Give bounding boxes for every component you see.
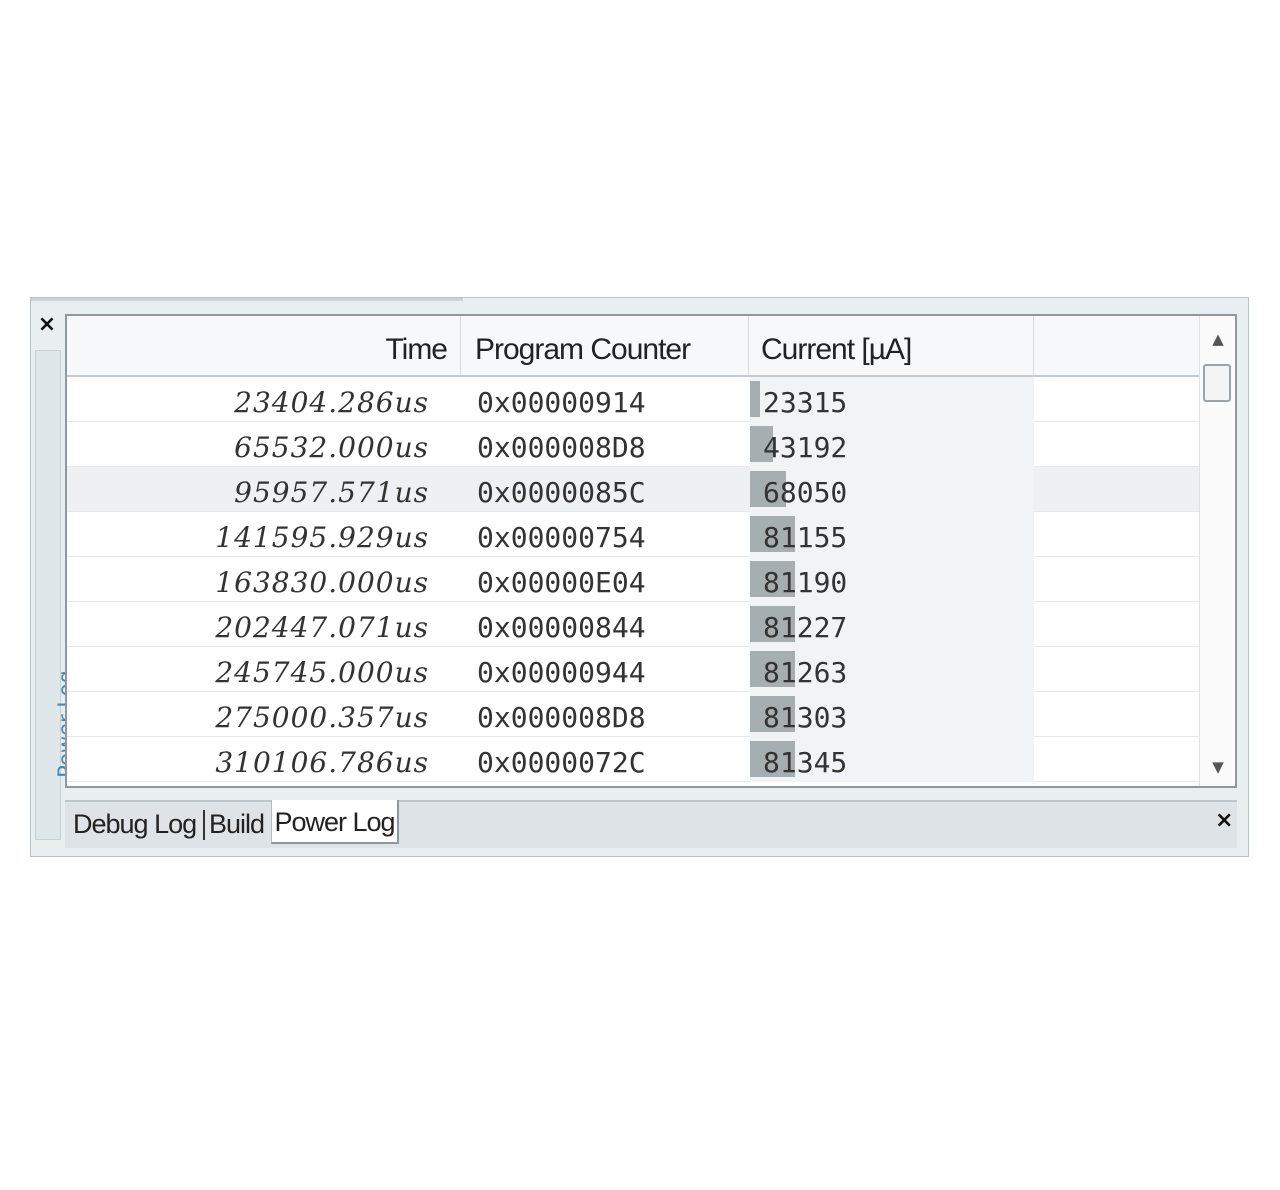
grid-header: Time Program Counter Current [µA] bbox=[67, 316, 1199, 377]
tab-build[interactable]: Build bbox=[209, 802, 265, 846]
column-header-time[interactable]: Time bbox=[67, 316, 448, 375]
column-divider[interactable] bbox=[748, 316, 749, 375]
program-counter-cell: 0x00000754 bbox=[477, 521, 646, 554]
current-cell: 81190 bbox=[763, 566, 848, 599]
table-row[interactable]: 163830.000us 0x00000E04 81190 bbox=[67, 557, 1199, 602]
tab-divider bbox=[203, 810, 205, 840]
column-divider[interactable] bbox=[460, 316, 461, 375]
program-counter-cell: 0x000008D8 bbox=[477, 701, 646, 734]
power-log-window: × Power Log Time Program Counter Current… bbox=[30, 297, 1249, 857]
time-cell: 202447.071us bbox=[215, 611, 429, 644]
time-cell: 163830.000us bbox=[215, 566, 429, 599]
current-cell: 81303 bbox=[763, 701, 848, 734]
current-level-bar bbox=[750, 381, 760, 417]
tab-debug-log[interactable]: Debug Log bbox=[73, 802, 197, 846]
program-counter-cell: 0x00000944 bbox=[477, 656, 646, 689]
time-cell: 65532.000us bbox=[234, 431, 429, 464]
tab-bar: Debug Log Build Power Log × bbox=[65, 800, 1237, 848]
grid-rows: 23404.286us 0x00000914 23315 65532.000us 0x0… bbox=[67, 377, 1199, 786]
table-row[interactable]: 245745.000us 0x00000944 81263 bbox=[67, 647, 1199, 692]
side-title-strip[interactable]: Power Log bbox=[35, 350, 78, 840]
time-cell: 245745.000us bbox=[215, 656, 429, 689]
table-row[interactable]: 23404.286us 0x00000914 23315 bbox=[67, 377, 1199, 422]
time-cell: 95957.571us bbox=[234, 476, 429, 509]
tab-power-log[interactable]: Power Log bbox=[271, 800, 399, 844]
close-icon[interactable]: × bbox=[1215, 808, 1233, 833]
program-counter-cell: 0x00000844 bbox=[477, 611, 646, 644]
program-counter-cell: 0x00000914 bbox=[477, 386, 646, 419]
time-cell: 141595.929us bbox=[215, 521, 429, 554]
current-cell: 81155 bbox=[763, 521, 848, 554]
column-divider[interactable] bbox=[1033, 316, 1034, 375]
column-header-current[interactable]: Current [µA] bbox=[761, 316, 1031, 375]
current-cell: 81263 bbox=[763, 656, 848, 689]
panel-close-icon[interactable]: × bbox=[37, 314, 57, 336]
time-cell: 275000.357us bbox=[215, 701, 429, 734]
column-header-program-counter[interactable]: Program Counter bbox=[475, 316, 755, 375]
table-row[interactable]: 95957.571us 0x0000085C 68050 bbox=[67, 467, 1199, 512]
program-counter-cell: 0x0000085C bbox=[477, 476, 646, 509]
table-row[interactable]: 310106.786us 0x0000072C 81345 bbox=[67, 737, 1199, 782]
current-cell: 23315 bbox=[763, 386, 848, 419]
program-counter-cell: 0x00000E04 bbox=[477, 566, 646, 599]
program-counter-cell: 0x000008D8 bbox=[477, 431, 646, 464]
current-cell: 81227 bbox=[763, 611, 848, 644]
chevron-up-icon[interactable]: ▲ bbox=[1200, 326, 1235, 352]
chevron-down-icon[interactable]: ▼ bbox=[1200, 754, 1235, 780]
table-row[interactable]: 275000.357us 0x000008D8 81303 bbox=[67, 692, 1199, 737]
table-row[interactable]: 202447.071us 0x00000844 81227 bbox=[67, 602, 1199, 647]
program-counter-cell: 0x0000072C bbox=[477, 746, 646, 779]
table-row[interactable]: 65532.000us 0x000008D8 43192 bbox=[67, 422, 1199, 467]
time-cell: 23404.286us bbox=[234, 386, 429, 419]
table-row[interactable]: 141595.929us 0x00000754 81155 bbox=[67, 512, 1199, 557]
power-log-grid: Time Program Counter Current [µA] 23404.… bbox=[65, 314, 1237, 788]
window-top-edge bbox=[31, 298, 463, 301]
time-cell: 310106.786us bbox=[215, 746, 429, 779]
vertical-scrollbar[interactable]: ▲ ▼ bbox=[1199, 316, 1235, 786]
scrollbar-thumb[interactable] bbox=[1203, 364, 1231, 402]
current-cell: 68050 bbox=[763, 476, 848, 509]
current-cell: 43192 bbox=[763, 431, 848, 464]
current-cell: 81345 bbox=[763, 746, 848, 779]
